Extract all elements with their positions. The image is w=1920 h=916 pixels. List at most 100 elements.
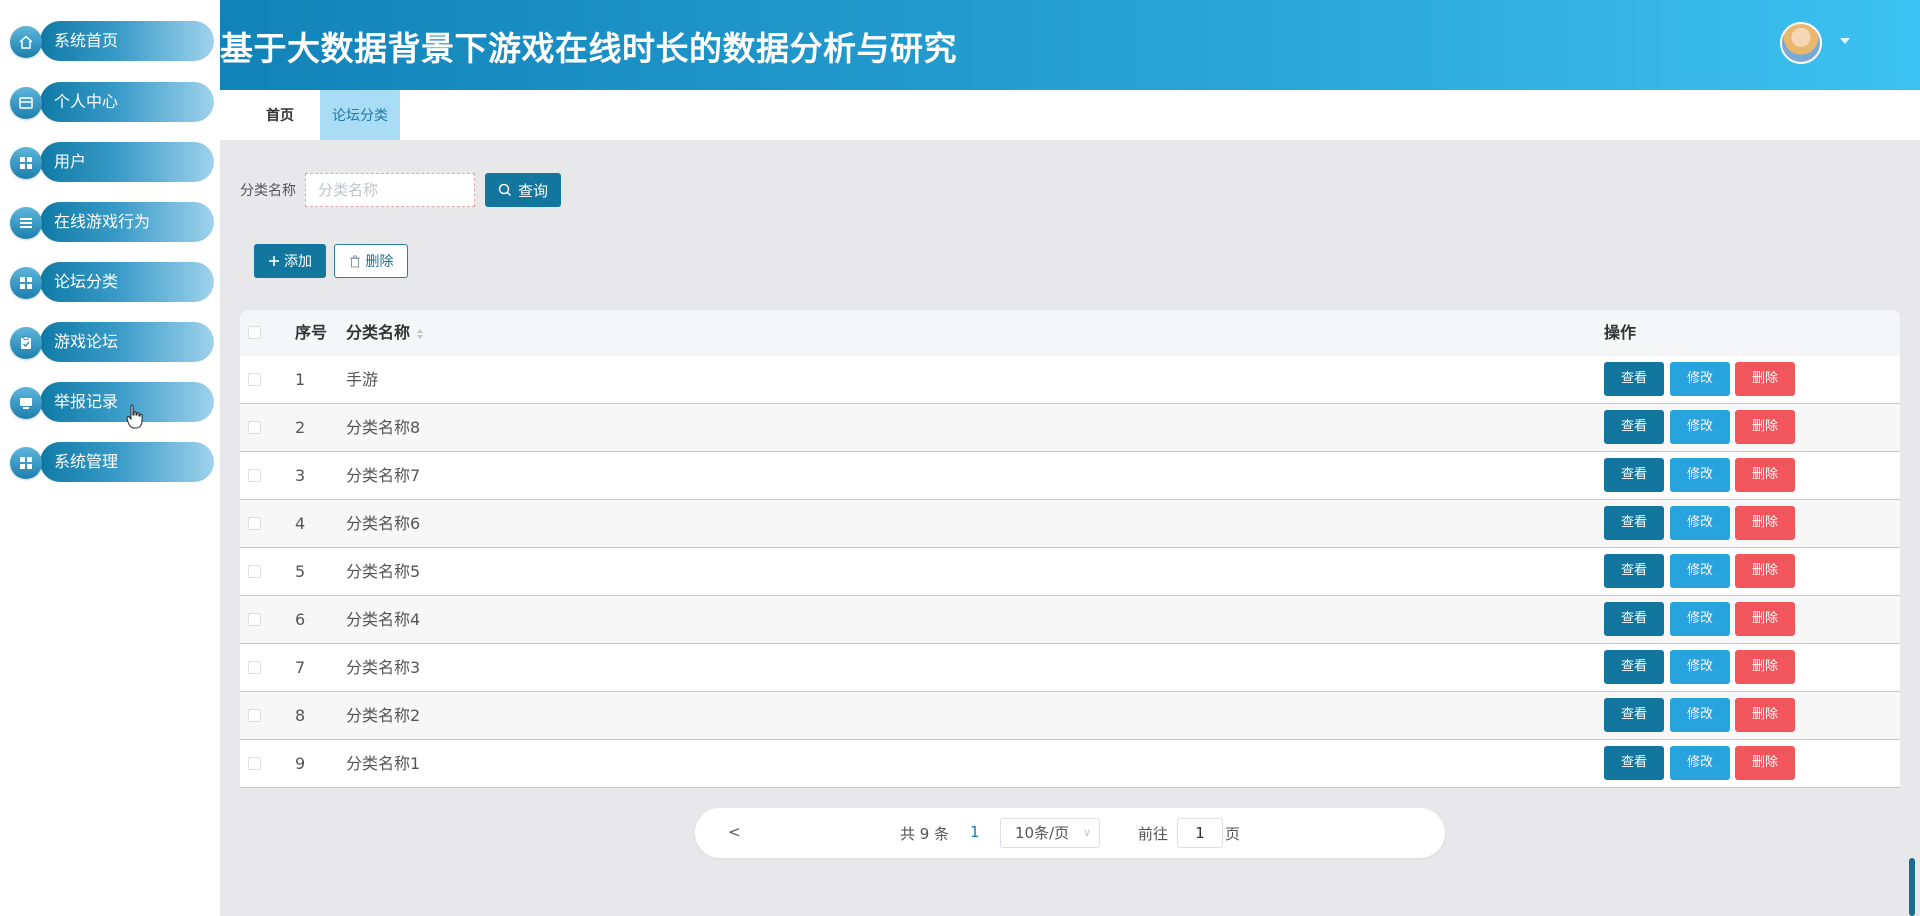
delete-button[interactable]: 删除: [1735, 650, 1795, 684]
delete-button[interactable]: 删除: [1735, 458, 1795, 492]
chevron-down-icon[interactable]: [1840, 38, 1850, 44]
delete-button[interactable]: 删除: [1735, 506, 1795, 540]
edit-button[interactable]: 修改: [1670, 410, 1730, 444]
view-button[interactable]: 查看: [1604, 746, 1664, 780]
view-button[interactable]: 查看: [1604, 650, 1664, 684]
view-button[interactable]: 查看: [1604, 410, 1664, 444]
filter-label: 分类名称: [240, 183, 296, 199]
tab-home[interactable]: 首页: [250, 90, 310, 140]
top-header: 基于大数据背景下游戏在线时长的数据分析与研究: [220, 0, 1920, 90]
edit-button[interactable]: 修改: [1670, 362, 1730, 396]
column-header-name-label: 分类名称: [346, 323, 411, 342]
sidebar-item-home[interactable]: 系统首页: [10, 21, 214, 61]
column-header-name[interactable]: 分类名称: [346, 310, 424, 356]
edit-button[interactable]: 修改: [1670, 554, 1730, 588]
view-button[interactable]: 查看: [1604, 554, 1664, 588]
edit-button[interactable]: 修改: [1670, 602, 1730, 636]
sidebar-item-users[interactable]: 用户: [10, 142, 214, 182]
search-icon: [498, 183, 512, 197]
row-category-name: 分类名称8: [346, 418, 421, 437]
sidebar-item-label: 论坛分类: [54, 272, 119, 291]
page-size-select[interactable]: 10条/页 ∨: [1000, 818, 1100, 848]
batch-delete-button[interactable]: 删除: [334, 244, 408, 278]
delete-button[interactable]: 删除: [1735, 410, 1795, 444]
table-row: 7 分类名称3 查看 修改 删除: [240, 644, 1900, 692]
sidebar-item-forum-category[interactable]: 论坛分类: [10, 262, 214, 302]
view-button[interactable]: 查看: [1604, 506, 1664, 540]
row-index: 1: [295, 370, 306, 389]
card-icon: [10, 87, 42, 119]
delete-button[interactable]: 删除: [1735, 602, 1795, 636]
row-category-name: 分类名称4: [346, 610, 421, 629]
edit-button[interactable]: 修改: [1670, 650, 1730, 684]
row-category-name: 分类名称1: [346, 754, 421, 773]
trash-icon: [349, 255, 360, 267]
row-category-name: 分类名称3: [346, 658, 421, 677]
search-button[interactable]: 查询: [485, 173, 561, 207]
row-index: 9: [295, 754, 306, 773]
select-all-checkbox[interactable]: [248, 326, 261, 339]
view-button[interactable]: 查看: [1604, 362, 1664, 396]
scrollbar[interactable]: [1909, 858, 1915, 916]
add-button[interactable]: 添加: [254, 244, 326, 278]
table-row: 3 分类名称7 查看 修改 删除: [240, 452, 1900, 500]
tab-bar: 首页 论坛分类: [220, 90, 1920, 140]
row-checkbox[interactable]: [248, 757, 261, 770]
sidebar-item-label: 系统首页: [54, 31, 119, 50]
view-button[interactable]: 查看: [1604, 458, 1664, 492]
edit-button[interactable]: 修改: [1670, 746, 1730, 780]
tab-forum-category[interactable]: 论坛分类: [320, 90, 400, 140]
row-index: 2: [295, 418, 306, 437]
row-index: 8: [295, 706, 306, 725]
grid-icon: [10, 267, 42, 299]
row-category-name: 分类名称6: [346, 514, 421, 533]
site-title: 基于大数据背景下游戏在线时长的数据分析与研究: [220, 29, 957, 68]
row-checkbox[interactable]: [248, 661, 261, 674]
row-checkbox[interactable]: [248, 565, 261, 578]
prev-page-button[interactable]: <: [728, 823, 741, 841]
edit-button[interactable]: 修改: [1670, 458, 1730, 492]
delete-button[interactable]: 删除: [1735, 362, 1795, 396]
row-checkbox[interactable]: [248, 613, 261, 626]
sidebar-item-game-forum[interactable]: 游戏论坛: [10, 322, 214, 362]
plus-icon: [269, 256, 279, 266]
table-row: 4 分类名称6 查看 修改 删除: [240, 500, 1900, 548]
page-number-current[interactable]: 1: [970, 823, 980, 841]
row-checkbox[interactable]: [248, 373, 261, 386]
table-row: 6 分类名称4 查看 修改 删除: [240, 596, 1900, 644]
sidebar-item-report-records[interactable]: 举报记录: [10, 382, 214, 422]
edit-button[interactable]: 修改: [1670, 506, 1730, 540]
sidebar-item-label: 个人中心: [54, 92, 119, 111]
sidebar-item-online-behavior[interactable]: 在线游戏行为: [10, 202, 214, 242]
avatar[interactable]: [1780, 22, 1822, 64]
sort-icon[interactable]: [416, 328, 424, 340]
delete-button[interactable]: 删除: [1735, 746, 1795, 780]
sidebar-item-label: 用户: [54, 152, 87, 171]
grid-icon: [10, 447, 42, 479]
table-row: 9 分类名称1 查看 修改 删除: [240, 740, 1900, 788]
search-button-label: 查询: [517, 181, 548, 200]
delete-button[interactable]: 删除: [1735, 554, 1795, 588]
row-checkbox[interactable]: [248, 517, 261, 530]
sidebar-item-label: 系统管理: [54, 452, 119, 471]
delete-button[interactable]: 删除: [1735, 698, 1795, 732]
monitor-icon: [10, 387, 42, 419]
category-name-input[interactable]: [305, 173, 475, 207]
table-body: 1 手游 查看 修改 删除 2 分类名称8 查看 修改 删除 3 分类名称7 查看 修改 删除 4 分类名称6 查…: [240, 356, 1900, 788]
view-button[interactable]: 查看: [1604, 698, 1664, 732]
row-checkbox[interactable]: [248, 421, 261, 434]
grid-icon: [10, 147, 42, 179]
edit-button[interactable]: 修改: [1670, 698, 1730, 732]
row-checkbox[interactable]: [248, 709, 261, 722]
sidebar-item-profile[interactable]: 个人中心: [10, 82, 214, 122]
view-button[interactable]: 查看: [1604, 602, 1664, 636]
goto-label: 前往: [1138, 825, 1169, 843]
goto-page-input[interactable]: 1: [1177, 818, 1223, 848]
chevron-down-icon: ∨: [1082, 826, 1091, 839]
row-index: 3: [295, 466, 306, 485]
table-row: 1 手游 查看 修改 删除: [240, 356, 1900, 404]
row-checkbox[interactable]: [248, 469, 261, 482]
column-header-index: 序号: [295, 323, 328, 342]
sidebar-item-system-management[interactable]: 系统管理: [10, 442, 214, 482]
row-category-name: 分类名称5: [346, 562, 421, 581]
